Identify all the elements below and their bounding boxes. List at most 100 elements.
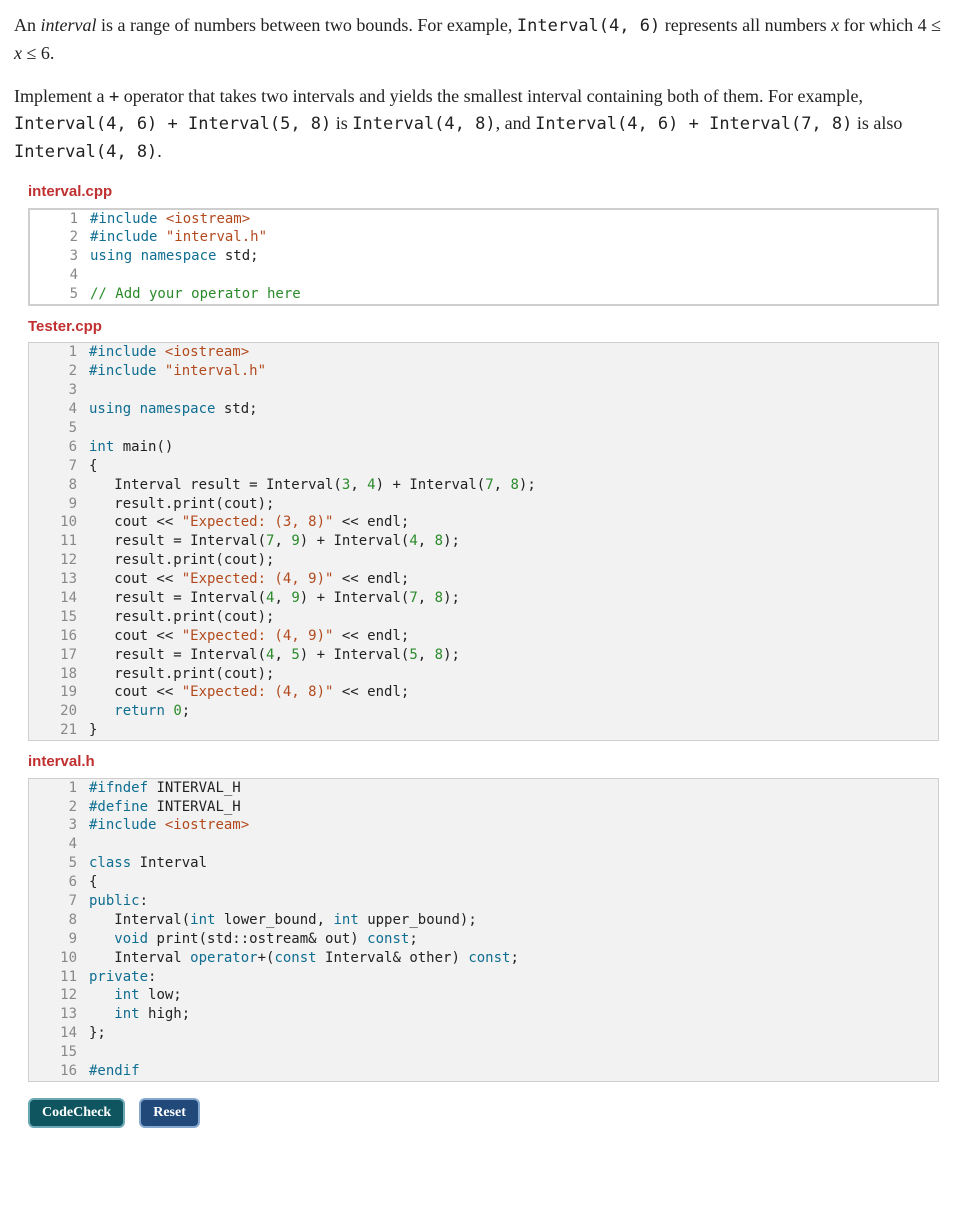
code-text: #include "interval.h" — [89, 362, 938, 381]
code-text: return 0; — [89, 702, 938, 721]
code-text: result = Interval(4, 9) + Interval(7, 8)… — [89, 589, 938, 608]
line-number: 9 — [29, 930, 89, 949]
line-number: 2 — [30, 228, 90, 247]
line-number: 1 — [29, 343, 89, 362]
text: for which 4 ≤ — [839, 15, 941, 35]
filename-interval-cpp: interval.cpp — [28, 181, 953, 204]
line-number: 15 — [29, 1043, 89, 1062]
code-line: 3using namespace std; — [30, 247, 937, 266]
code-line: 12 result.print(cout); — [29, 551, 938, 570]
code-text: result.print(cout); — [89, 551, 938, 570]
code-line: 5class Interval — [29, 854, 938, 873]
code-viewer-tester-cpp: 1#include <iostream>2#include "interval.… — [28, 342, 939, 741]
code-text — [90, 266, 937, 285]
line-number: 15 — [29, 608, 89, 627]
code-text: cout << "Expected: (4, 8)" << endl; — [89, 683, 938, 702]
code-line: 1#ifndef INTERVAL_H — [29, 779, 938, 798]
text: is also — [852, 113, 902, 133]
line-number: 13 — [29, 1005, 89, 1024]
code-text: #include <iostream> — [89, 343, 938, 362]
codecheck-button[interactable]: CodeCheck — [28, 1098, 125, 1128]
code-line: 18 result.print(cout); — [29, 665, 938, 684]
code-text: { — [89, 457, 938, 476]
code-text: #ifndef INTERVAL_H — [89, 779, 938, 798]
code-line: 2#define INTERVAL_H — [29, 798, 938, 817]
code-line: 16 cout << "Expected: (4, 9)" << endl; — [29, 627, 938, 646]
code-example: Interval(4, 6) — [517, 16, 660, 36]
code-line: 2#include "interval.h" — [29, 362, 938, 381]
line-number: 2 — [29, 798, 89, 817]
line-number: 18 — [29, 665, 89, 684]
code-line: 21} — [29, 721, 938, 740]
code-text: result = Interval(4, 5) + Interval(5, 8)… — [89, 646, 938, 665]
code-line: 12 int low; — [29, 986, 938, 1005]
line-number: 3 — [29, 381, 89, 400]
code-line: 9 void print(std::ostream& out) const; — [29, 930, 938, 949]
code-text: result.print(cout); — [89, 608, 938, 627]
code-text: #include <iostream> — [89, 816, 938, 835]
code-text: { — [89, 873, 938, 892]
line-number: 13 — [29, 570, 89, 589]
code-text — [89, 835, 938, 854]
code-text: Interval result = Interval(3, 4) + Inter… — [89, 476, 938, 495]
code-text: class Interval — [89, 854, 938, 873]
line-number: 6 — [29, 438, 89, 457]
code-line: 6{ — [29, 873, 938, 892]
code-text: #define INTERVAL_H — [89, 798, 938, 817]
code-line: 19 cout << "Expected: (4, 8)" << endl; — [29, 683, 938, 702]
line-number: 16 — [29, 627, 89, 646]
line-number: 16 — [29, 1062, 89, 1081]
code-line: 20 return 0; — [29, 702, 938, 721]
line-number: 8 — [29, 476, 89, 495]
code-line: 15 result.print(cout); — [29, 608, 938, 627]
code-plus: + — [109, 87, 119, 107]
line-number: 7 — [29, 892, 89, 911]
code-text: // Add your operator here — [90, 285, 937, 304]
code-text: cout << "Expected: (4, 9)" << endl; — [89, 627, 938, 646]
code-line: 6int main() — [29, 438, 938, 457]
line-number: 3 — [29, 816, 89, 835]
line-number: 11 — [29, 968, 89, 987]
line-number: 5 — [29, 854, 89, 873]
code-text: result.print(cout); — [89, 665, 938, 684]
line-number: 12 — [29, 551, 89, 570]
code-line: 11private: — [29, 968, 938, 987]
code-line: 5// Add your operator here — [30, 285, 937, 304]
code-text: #include "interval.h" — [90, 228, 937, 247]
code-line: 14 result = Interval(4, 9) + Interval(7,… — [29, 589, 938, 608]
code-line: 8 Interval result = Interval(3, 4) + Int… — [29, 476, 938, 495]
code-editor-interval-cpp[interactable]: 1#include <iostream>2#include "interval.… — [28, 208, 939, 306]
code-text: result = Interval(7, 9) + Interval(4, 8)… — [89, 532, 938, 551]
reset-button[interactable]: Reset — [139, 1098, 200, 1128]
code-text: cout << "Expected: (3, 8)" << endl; — [89, 513, 938, 532]
line-number: 11 — [29, 532, 89, 551]
code-text: int high; — [89, 1005, 938, 1024]
line-number: 5 — [30, 285, 90, 304]
problem-paragraph-1: An interval is a range of numbers betwee… — [14, 12, 953, 67]
line-number: 21 — [29, 721, 89, 740]
line-number: 1 — [30, 210, 90, 229]
code-example: Interval(4, 6) + Interval(7, 8) — [535, 114, 852, 134]
line-number: 17 — [29, 646, 89, 665]
code-line: 10 Interval operator+(const Interval& ot… — [29, 949, 938, 968]
code-text: private: — [89, 968, 938, 987]
code-text — [89, 381, 938, 400]
code-text: }; — [89, 1024, 938, 1043]
code-text: int main() — [89, 438, 938, 457]
code-text: Interval operator+(const Interval& other… — [89, 949, 938, 968]
code-text: Interval(int lower_bound, int upper_boun… — [89, 911, 938, 930]
code-text — [89, 419, 938, 438]
text: represents all numbers — [660, 15, 831, 35]
code-example: Interval(4, 8) — [14, 142, 157, 162]
code-line: 16#endif — [29, 1062, 938, 1081]
text: . — [157, 141, 162, 161]
code-line: 2#include "interval.h" — [30, 228, 937, 247]
text: Implement a — [14, 86, 109, 106]
line-number: 19 — [29, 683, 89, 702]
filename-interval-h: interval.h — [28, 751, 953, 774]
line-number: 1 — [29, 779, 89, 798]
code-text: public: — [89, 892, 938, 911]
term-interval: interval — [41, 15, 97, 35]
filename-tester-cpp: Tester.cpp — [28, 316, 953, 339]
code-example: Interval(4, 8) — [352, 114, 495, 134]
